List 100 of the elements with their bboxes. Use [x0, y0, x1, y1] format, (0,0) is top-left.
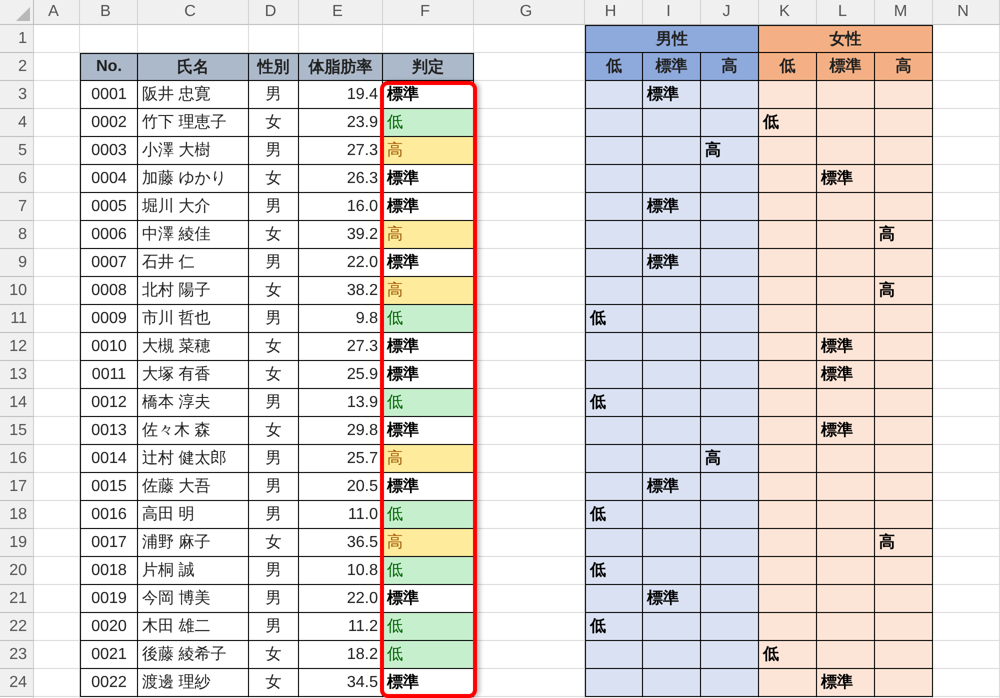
table-cell: 0015 [80, 473, 138, 501]
row-header[interactable]: 19 [0, 529, 34, 557]
column-header[interactable]: N [933, 0, 1000, 25]
row-header[interactable]: 11 [0, 305, 34, 333]
table-cell: 橋本 淳夫 [138, 389, 249, 417]
table-cell [875, 445, 933, 473]
table-cell [759, 305, 817, 333]
column-heading: 性別 [249, 53, 299, 81]
table-cell [759, 165, 817, 193]
row-header[interactable]: 8 [0, 221, 34, 249]
row-header[interactable]: 9 [0, 249, 34, 277]
table-cell [701, 389, 759, 417]
row-header[interactable]: 2 [0, 53, 34, 81]
row-header[interactable]: 6 [0, 165, 34, 193]
column-header[interactable]: K [759, 0, 817, 25]
table-cell: 0011 [80, 361, 138, 389]
row-header[interactable]: 5 [0, 137, 34, 165]
table-cell [701, 669, 759, 697]
table-cell: 38.2 [299, 277, 383, 305]
row-header[interactable]: 4 [0, 109, 34, 137]
table-cell: 標準 [643, 473, 701, 501]
table-cell [643, 137, 701, 165]
row-header[interactable]: 10 [0, 277, 34, 305]
table-cell [875, 305, 933, 333]
table-cell: 低 [759, 641, 817, 669]
row-header[interactable]: 12 [0, 333, 34, 361]
table-cell: 男 [249, 389, 299, 417]
table-cell [759, 221, 817, 249]
row-header[interactable]: 3 [0, 81, 34, 109]
table-cell [643, 361, 701, 389]
table-cell: 低 [383, 641, 474, 669]
table-cell: 高 [875, 221, 933, 249]
row-header[interactable]: 16 [0, 445, 34, 473]
table-cell: 低 [585, 501, 643, 529]
table-cell: 男 [249, 81, 299, 109]
select-all-corner[interactable] [0, 0, 34, 25]
table-cell [875, 249, 933, 277]
table-cell: 高 [701, 445, 759, 473]
table-cell: 19.4 [299, 81, 383, 109]
row-header[interactable]: 22 [0, 613, 34, 641]
row-header[interactable]: 21 [0, 585, 34, 613]
table-cell [643, 277, 701, 305]
table-cell [817, 137, 875, 165]
table-cell [817, 277, 875, 305]
column-header[interactable]: B [80, 0, 138, 25]
column-header[interactable]: M [875, 0, 933, 25]
table-cell [701, 417, 759, 445]
column-header[interactable]: J [701, 0, 759, 25]
row-header[interactable]: 24 [0, 669, 34, 697]
table-cell [643, 165, 701, 193]
row-header[interactable]: 13 [0, 361, 34, 389]
column-header[interactable]: L [817, 0, 875, 25]
column-header[interactable]: H [585, 0, 643, 25]
row-header[interactable]: 23 [0, 641, 34, 669]
row-header[interactable]: 15 [0, 417, 34, 445]
column-header[interactable]: A [34, 0, 80, 25]
table-cell [759, 445, 817, 473]
column-header[interactable]: D [249, 0, 299, 25]
table-cell: 0022 [80, 669, 138, 697]
column-header[interactable]: G [474, 0, 585, 25]
table-cell [643, 389, 701, 417]
table-cell: 低 [383, 389, 474, 417]
table-cell [817, 529, 875, 557]
table-cell [701, 193, 759, 221]
table-cell [759, 389, 817, 417]
row-header[interactable]: 18 [0, 501, 34, 529]
column-header[interactable]: C [138, 0, 249, 25]
table-cell: 女 [249, 109, 299, 137]
table-cell [817, 109, 875, 137]
row-header[interactable]: 1 [0, 25, 34, 53]
table-cell: 39.2 [299, 221, 383, 249]
table-cell: 佐藤 大吾 [138, 473, 249, 501]
table-cell: 高 [383, 277, 474, 305]
row-header[interactable]: 7 [0, 193, 34, 221]
column-header[interactable]: E [299, 0, 383, 25]
table-cell [701, 333, 759, 361]
table-cell [759, 557, 817, 585]
table-cell [759, 249, 817, 277]
column-header[interactable]: F [383, 0, 474, 25]
table-cell [817, 193, 875, 221]
table-cell [875, 473, 933, 501]
table-cell: 男 [249, 473, 299, 501]
table-cell [585, 81, 643, 109]
table-cell [875, 501, 933, 529]
column-header[interactable]: I [643, 0, 701, 25]
table-cell [759, 277, 817, 305]
row-header[interactable]: 14 [0, 389, 34, 417]
column-heading: 低 [585, 53, 643, 81]
table-cell: 中澤 綾佳 [138, 221, 249, 249]
table-cell: 0002 [80, 109, 138, 137]
table-cell: 大槻 菜穂 [138, 333, 249, 361]
table-cell: 男 [249, 557, 299, 585]
row-header[interactable]: 20 [0, 557, 34, 585]
table-cell: 女 [249, 165, 299, 193]
table-cell [585, 277, 643, 305]
table-cell [817, 81, 875, 109]
table-cell: 男 [249, 193, 299, 221]
table-cell: 標準 [817, 333, 875, 361]
row-header[interactable]: 17 [0, 473, 34, 501]
table-cell [585, 445, 643, 473]
